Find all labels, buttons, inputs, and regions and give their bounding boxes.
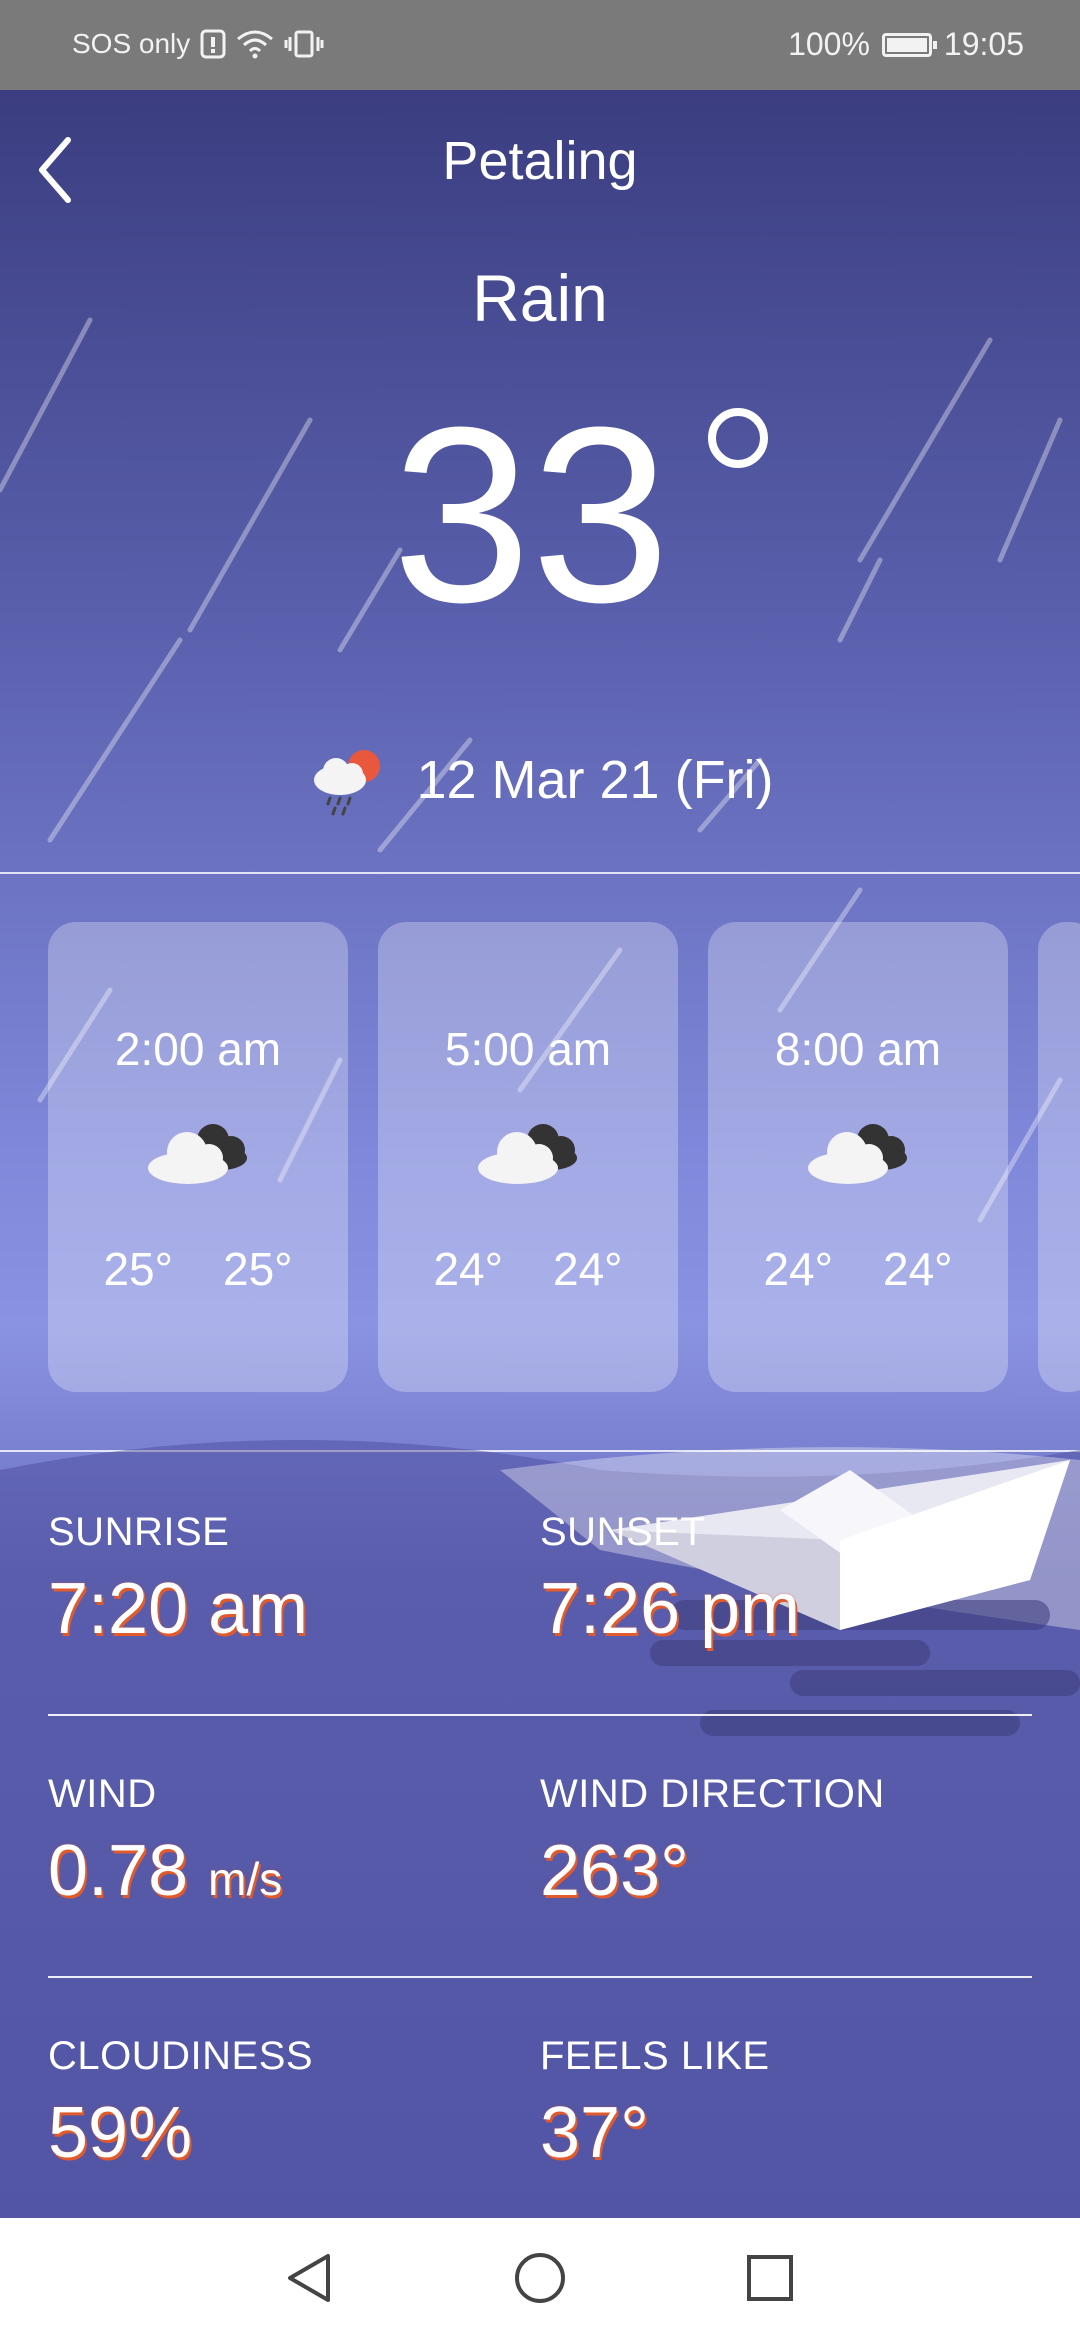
hourly-forecast-list[interactable]: 2:00 am 25° 25° 5:00 am 24° 24° 8:00 am: [48, 922, 1080, 1392]
system-navigation-bar: [0, 2218, 1080, 2340]
wind-value: 0.78: [48, 1831, 189, 1911]
wind-unit: m/s: [208, 1853, 283, 1905]
sunset-value: 7:26 pm: [540, 1569, 801, 1649]
status-right: 100% 19:05: [788, 26, 1024, 63]
sunset-label: SUNSET: [540, 1510, 706, 1554]
hour-temps: 24° 24°: [378, 1242, 678, 1296]
hour-time: 2:00 am: [114, 1023, 282, 1075]
hour-low-temp: 24°: [433, 1243, 503, 1295]
cloudy-icon: [478, 1124, 577, 1184]
weather-screen: Petaling Rain 33 12 Mar 21 (Fri) 2:00 am: [0, 90, 1080, 2218]
hourly-card[interactable]: 2:00 am 25° 25°: [48, 922, 348, 1392]
carrier-text: SOS only: [72, 28, 191, 59]
feels-like-label: FEELS LIKE: [540, 2034, 770, 2078]
top-divider: [0, 872, 1080, 874]
sunrise-detail: SUNRISE 7:20 am: [48, 1510, 308, 1645]
back-triangle-icon[interactable]: [280, 2248, 340, 2308]
wind-detail: WIND 0.78 m/s: [48, 1772, 282, 1907]
hour-time: 8:00 am: [774, 1023, 942, 1075]
wind-direction-detail: WIND DIRECTION 263°: [540, 1772, 885, 1907]
sim-alert-icon: [200, 29, 226, 59]
current-temperature: 33: [392, 375, 671, 654]
details-divider-1: [48, 1714, 1032, 1716]
status-bar: SOS only 100% 19:05: [0, 0, 1080, 90]
battery-icon: [881, 32, 937, 57]
wind-direction-label: WIND DIRECTION: [540, 1772, 885, 1816]
hour-time: 5:00 am: [444, 1023, 612, 1075]
cloudy-icon: [808, 1124, 907, 1184]
hourly-card-partial[interactable]: [1038, 922, 1080, 1392]
hour-high-temp: 25°: [223, 1243, 293, 1295]
cloudy-icon: [148, 1124, 247, 1184]
rain-cloud-sun-icon: [314, 750, 381, 816]
recents-square-icon[interactable]: [740, 2248, 800, 2308]
sunset-detail: SUNSET 7:26 pm: [540, 1510, 800, 1645]
sunrise-value: 7:20 am: [48, 1569, 309, 1649]
feels-like-value: 37°: [540, 2093, 649, 2173]
hour-low-temp: 24°: [763, 1243, 833, 1295]
hour-low-temp: 25°: [103, 1243, 173, 1295]
hour-temps: 24° 24°: [708, 1242, 1008, 1296]
hour-temps: 25° 25°: [48, 1242, 348, 1296]
cloudiness-label: CLOUDINESS: [48, 2034, 314, 2078]
hourly-card[interactable]: 8:00 am 24° 24°: [708, 922, 1008, 1392]
home-circle-icon[interactable]: [510, 2248, 570, 2308]
hour-high-temp: 24°: [883, 1243, 953, 1295]
clock: 19:05: [943, 26, 1024, 62]
vibrate-icon: [284, 30, 324, 58]
feels-like-detail: FEELS LIKE 37°: [540, 2034, 770, 2169]
status-left: SOS only: [72, 28, 324, 60]
cloudiness-detail: CLOUDINESS 59%: [48, 2034, 313, 2169]
sunrise-label: SUNRISE: [48, 1510, 230, 1554]
wifi-icon: [237, 30, 274, 59]
details-divider-2: [48, 1976, 1032, 1978]
wind-direction-value: 263°: [540, 1831, 689, 1911]
forecast-date: 12 Mar 21 (Fri): [416, 750, 774, 810]
weather-condition: Rain: [472, 261, 608, 335]
battery-percent: 100%: [788, 26, 870, 62]
wind-label: WIND: [48, 1772, 157, 1816]
hourly-card[interactable]: 5:00 am 24° 24°: [378, 922, 678, 1392]
wind-value-row: 0.78 m/s: [48, 1835, 282, 1907]
city-title: Petaling: [442, 131, 638, 191]
degree-symbol: [708, 408, 768, 468]
hour-high-temp: 24°: [553, 1243, 623, 1295]
cloudiness-value: 59%: [48, 2093, 193, 2173]
date-row: 12 Mar 21 (Fri): [0, 740, 1080, 820]
